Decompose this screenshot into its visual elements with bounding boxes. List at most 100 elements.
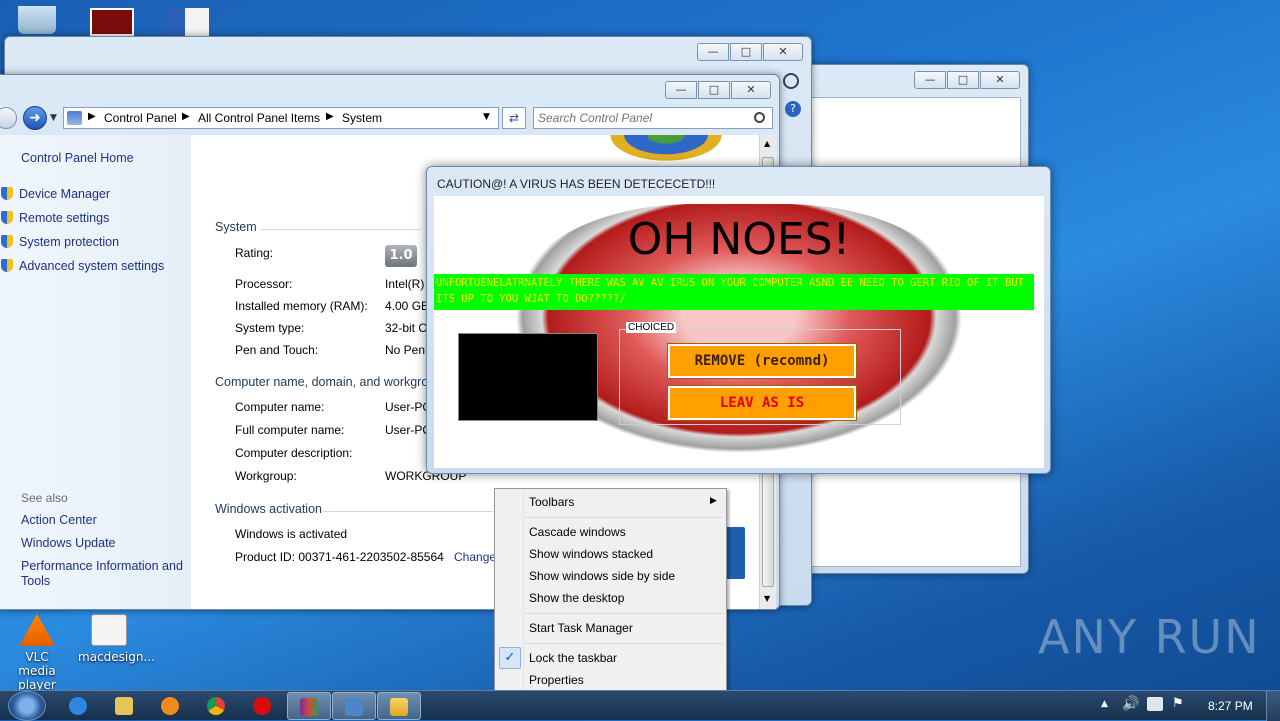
recent-pages-dropdown[interactable]: ▼ bbox=[50, 113, 57, 123]
virus-dialog-window[interactable]: CAUTION@! A VIRUS HAS BEEN DETECECETD!!!… bbox=[426, 166, 1051, 474]
action-center-link[interactable]: Action Center bbox=[21, 513, 97, 527]
scroll-down-arrow[interactable]: ▼ bbox=[764, 594, 770, 603]
search-icon[interactable] bbox=[754, 112, 765, 123]
advanced-system-settings-link[interactable]: Advanced system settings bbox=[1, 259, 164, 273]
virus-dialog-title: CAUTION@! A VIRUS HAS BEEN DETECECETD!!! bbox=[437, 177, 716, 191]
opera-icon bbox=[253, 697, 271, 715]
memory-value: 4.00 GB bbox=[385, 299, 430, 313]
taskbar-winrar[interactable] bbox=[287, 692, 331, 720]
taskbar-media-player[interactable] bbox=[149, 692, 193, 720]
volume-icon[interactable]: 🔊 bbox=[1122, 696, 1139, 712]
search-input[interactable] bbox=[538, 110, 744, 126]
link-label: Device Manager bbox=[19, 187, 111, 201]
minimize-button[interactable]: — bbox=[665, 81, 697, 99]
leave-as-is-button[interactable]: LEAV AS IS bbox=[667, 385, 857, 421]
action-center-flag-icon[interactable]: ⚑ bbox=[1172, 696, 1184, 711]
minimize-button[interactable]: — bbox=[697, 43, 729, 61]
pen-touch-label: Pen and Touch: bbox=[235, 343, 319, 357]
computer-name-section-heading: Computer name, domain, and workgroup set… bbox=[215, 375, 431, 389]
computer-name-value: User-PC bbox=[385, 400, 432, 414]
network-icon[interactable] bbox=[1147, 697, 1163, 711]
close-button[interactable]: ✕ bbox=[763, 43, 803, 61]
application-icon bbox=[390, 698, 408, 716]
refresh-button[interactable]: ⇄ bbox=[502, 107, 526, 129]
taskbar-opera[interactable] bbox=[241, 692, 285, 720]
system-type-label: System type: bbox=[235, 321, 305, 335]
desktop-icon-vlc[interactable]: VLC media player bbox=[6, 614, 68, 692]
remove-button[interactable]: REMOVE (recomnd) bbox=[667, 343, 857, 379]
system-clock[interactable]: 8:27 PM bbox=[1208, 699, 1253, 713]
search-icon[interactable] bbox=[783, 73, 799, 89]
breadcrumb-all-items[interactable]: All Control Panel Items bbox=[198, 111, 320, 125]
oh-noes-headline: OH NOES! bbox=[627, 214, 851, 265]
breadcrumb-control-panel[interactable]: Control Panel bbox=[104, 111, 177, 125]
processor-label: Processor: bbox=[235, 277, 293, 291]
activation-section-heading: Windows activation bbox=[215, 502, 322, 516]
menu-item-show-desktop[interactable]: Show the desktop bbox=[529, 591, 624, 605]
taskbar-explorer[interactable] bbox=[103, 692, 147, 720]
taskbar-control-panel[interactable] bbox=[332, 692, 376, 720]
change-product-key-link[interactable]: Change bbox=[454, 550, 496, 564]
shield-icon bbox=[1, 187, 13, 200]
menu-item-properties[interactable]: Properties bbox=[529, 673, 584, 687]
windows-logo bbox=[601, 135, 731, 165]
memory-label: Installed memory (RAM): bbox=[235, 299, 368, 313]
back-button[interactable] bbox=[0, 107, 17, 129]
help-icon[interactable]: ? bbox=[785, 101, 801, 117]
device-manager-link[interactable]: Device Manager bbox=[1, 187, 110, 201]
recycle-bin-icon[interactable] bbox=[18, 6, 56, 34]
performance-information-link[interactable]: Performance Information and Tools bbox=[21, 559, 187, 589]
link-label: Advanced system settings bbox=[19, 259, 165, 273]
taskbar-virus-app[interactable] bbox=[377, 692, 421, 720]
taskbar-internet-explorer[interactable] bbox=[57, 692, 101, 720]
taskbar-chrome[interactable] bbox=[195, 692, 239, 720]
window-controls: — □ ✕ bbox=[665, 81, 771, 99]
workgroup-label: Workgroup: bbox=[235, 469, 297, 483]
scroll-up-arrow[interactable]: ▲ bbox=[764, 139, 770, 148]
rating-badge[interactable]: 1.0 bbox=[385, 245, 417, 267]
search-box[interactable] bbox=[533, 107, 773, 129]
black-image-box bbox=[458, 333, 598, 421]
breadcrumb-separator: ▶ bbox=[88, 111, 96, 122]
breadcrumb-system[interactable]: System bbox=[342, 111, 382, 125]
control-panel-home-link[interactable]: Control Panel Home bbox=[21, 151, 134, 165]
taskbar: ▲ 🔊 ⚑ 8:27 PM bbox=[0, 690, 1280, 721]
control-panel-icon bbox=[67, 111, 82, 125]
start-button[interactable] bbox=[8, 691, 46, 721]
address-bar[interactable]: ▶ Control Panel ▶ All Control Panel Item… bbox=[63, 107, 499, 129]
show-desktop-button[interactable] bbox=[1266, 691, 1280, 721]
menu-item-side-by-side[interactable]: Show windows side by side bbox=[529, 569, 675, 583]
windows-update-link[interactable]: Windows Update bbox=[21, 536, 116, 550]
menu-item-stacked[interactable]: Show windows stacked bbox=[529, 547, 653, 561]
maximize-button[interactable]: □ bbox=[698, 81, 730, 99]
desktop-icon-macdesign[interactable]: macdesign... bbox=[78, 614, 155, 664]
window-controls: — □ ✕ bbox=[914, 71, 1020, 89]
maximize-button[interactable]: □ bbox=[730, 43, 762, 61]
rating-label: Rating: bbox=[235, 246, 274, 260]
breadcrumb-separator: ▶ bbox=[182, 111, 190, 122]
menu-gutter bbox=[523, 491, 524, 691]
word-document-icon[interactable] bbox=[165, 8, 209, 36]
shield-icon bbox=[1, 211, 13, 224]
address-dropdown-icon[interactable]: ▼ bbox=[483, 112, 490, 122]
menu-item-toolbars[interactable]: Toolbars bbox=[529, 495, 574, 509]
show-hidden-icons-button[interactable]: ▲ bbox=[1101, 699, 1108, 709]
taskbar-context-menu: Toolbars ▶ Cascade windows Show windows … bbox=[494, 488, 727, 694]
minimize-button[interactable]: — bbox=[914, 71, 946, 89]
menu-item-lock-taskbar[interactable]: Lock the taskbar bbox=[529, 651, 617, 665]
close-button[interactable]: ✕ bbox=[731, 81, 771, 99]
remote-settings-link[interactable]: Remote settings bbox=[1, 211, 109, 225]
system-protection-link[interactable]: System protection bbox=[1, 235, 119, 249]
menu-item-task-manager[interactable]: Start Task Manager bbox=[529, 621, 633, 635]
acrobat-icon[interactable] bbox=[90, 8, 134, 36]
chrome-icon bbox=[207, 697, 225, 715]
forward-button[interactable]: ➜ bbox=[23, 106, 47, 130]
maximize-button[interactable]: □ bbox=[947, 71, 979, 89]
breadcrumb-separator: ▶ bbox=[326, 111, 334, 122]
menu-item-cascade[interactable]: Cascade windows bbox=[529, 525, 626, 539]
close-button[interactable]: ✕ bbox=[980, 71, 1020, 89]
activation-status: Windows is activated bbox=[235, 527, 348, 541]
control-panel-icon bbox=[345, 698, 363, 716]
pen-touch-value: No Pen bbox=[385, 343, 426, 357]
full-computer-name-label: Full computer name: bbox=[235, 423, 345, 437]
